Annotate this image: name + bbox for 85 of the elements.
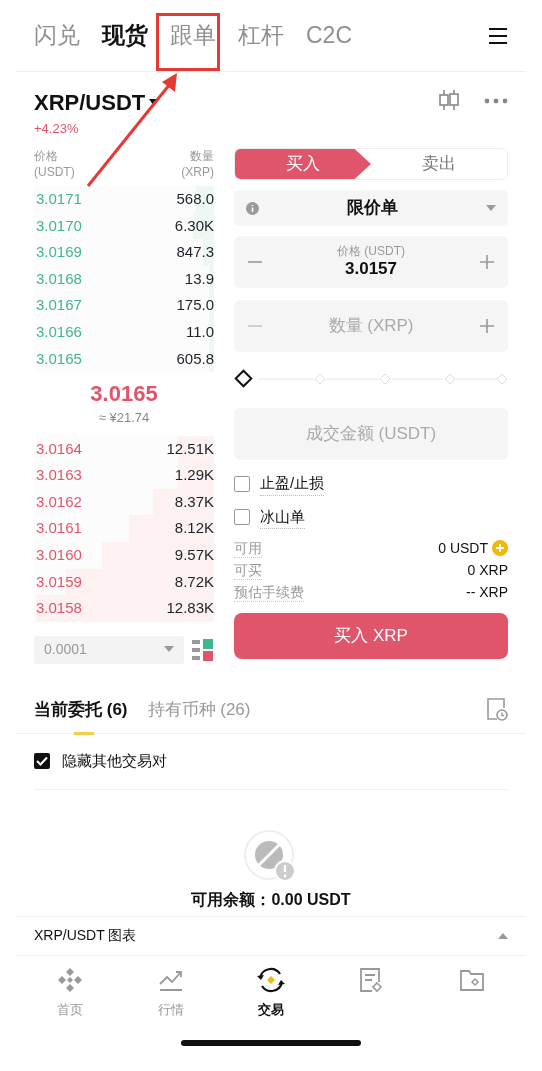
quantity-cell-text: 6.30K [174,215,214,236]
quantity-cell-text: 12.51K [166,438,214,459]
exchange-icon [255,965,287,994]
info-value: -- XRP [466,582,508,602]
caret-icon [486,205,496,211]
quantity-cell-text: 847.3 [176,242,214,263]
option-label: 止盈/止损 [260,472,325,496]
tab[interactable]: 现货 [102,18,148,53]
price-cell-text: 3.0164 [36,438,82,459]
plus-icon[interactable] [480,255,494,269]
checkbox[interactable] [34,753,50,770]
option-label: 冰山单 [260,505,305,529]
checkbox-label: 隐藏其他交易对 [62,751,167,772]
price-cell-text: 3.0165 [36,348,82,369]
quantity-cell-text: 11.0 [185,322,214,342]
info-value: 0 USDT [438,538,488,558]
caret-icon [164,646,174,654]
tab[interactable]: C2C [306,18,352,53]
nav-tab[interactable]: 交易 [220,965,322,1020]
plus-icon[interactable] [480,319,494,333]
history-icon [486,697,508,722]
document-icon [359,965,384,994]
fiat-price: ≈ ¥21.74 [98,409,150,428]
menu-icon [488,26,508,45]
tab[interactable]: 持有币种 (26) [147,685,251,734]
side-tab[interactable]: 卖出 [371,149,507,179]
side-tab[interactable]: 买入 [235,149,371,179]
checkbox[interactable] [234,475,250,492]
price-cell-text: 3.0170 [36,215,82,236]
collapse-icon [498,932,508,939]
price-cell-text: 3.0162 [36,491,82,512]
empty-message: 可用余额：0.00 USDT [191,889,351,910]
price-cell-text: 3.0163 [36,465,82,486]
price-cell-text: 3.0167 [36,295,82,316]
quantity-stepper[interactable]: 数量 (XRP) [234,300,508,352]
price-cell-text: 3.0159 [36,571,82,592]
buy-button[interactable]: 买入 XRP [234,613,508,659]
info-icon [246,201,259,215]
input-field[interactable]: 成交金额 (USDT) [234,408,508,460]
info-label: 可买 [234,560,262,580]
section-title: XRP/USDT 图表 [34,926,137,946]
precision-dropdown[interactable]: 0.0001 [34,635,184,664]
info-label: 预估手续费 [234,582,304,602]
pair-title[interactable]: XRP/USDT [34,86,146,119]
add-icon [492,540,508,556]
nav-tab[interactable]: 首页 [20,965,121,1020]
quantity-cell-text: 12.83K [166,598,214,619]
quantity-cell-text: 8.12K [174,518,214,539]
field-label: 价格 (USDT) [337,244,405,258]
price-cell-text: 3.0161 [36,518,82,539]
price-cell-text: 3.0158 [36,598,82,619]
quantity-cell-text: 605.8 [176,348,214,369]
last-price: 3.0165 [90,380,158,409]
column-header: 价格 (USDT) [34,148,75,181]
info-value: 0 XRP [467,560,508,580]
column-header: 数量 (XRP) [181,148,214,181]
price-cell-text: 3.0168 [36,268,82,289]
diamond-logo-icon [57,965,84,994]
price-change: +4.23% [34,120,80,138]
field-value: 3.0157 [345,258,397,280]
order-type-dropdown[interactable]: 限价单 [234,190,508,226]
price-cell-text: 3.0169 [36,242,82,263]
price-cell-text: 3.0160 [36,545,82,566]
checkbox[interactable] [234,509,250,526]
tab[interactable]: 当前委托 (6) [34,685,128,734]
highlight-box [156,13,220,71]
quantity-cell-text: 8.72K [174,571,214,592]
input-field[interactable]: 价格 (USDT) 3.0157 [234,236,508,288]
tab[interactable]: 跟单 [170,18,216,53]
input-field[interactable]: 数量 (XRP) [262,313,480,339]
nav-tab[interactable]: 行情 [120,965,221,1020]
candlestick-icon [438,88,460,112]
quantity-cell-text: 9.57K [174,545,214,566]
price-cell-text: 3.0166 [36,322,82,342]
info-label: 可用 [234,538,262,558]
layout-icon [192,638,214,661]
tab[interactable]: 杠杆 [238,18,284,53]
quantity-cell-text: 568.0 [176,189,214,210]
quantity-cell-text: 8.37K [174,491,214,512]
quantity-cell-text: 1.29K [174,465,214,486]
more-icon [484,98,508,104]
quantity-cell-text: 13.9 [184,268,214,289]
tab[interactable]: 闪兑 [34,18,80,53]
quantity-cell-text: 175.0 [176,295,214,316]
price-cell-text: 3.0171 [36,189,82,210]
